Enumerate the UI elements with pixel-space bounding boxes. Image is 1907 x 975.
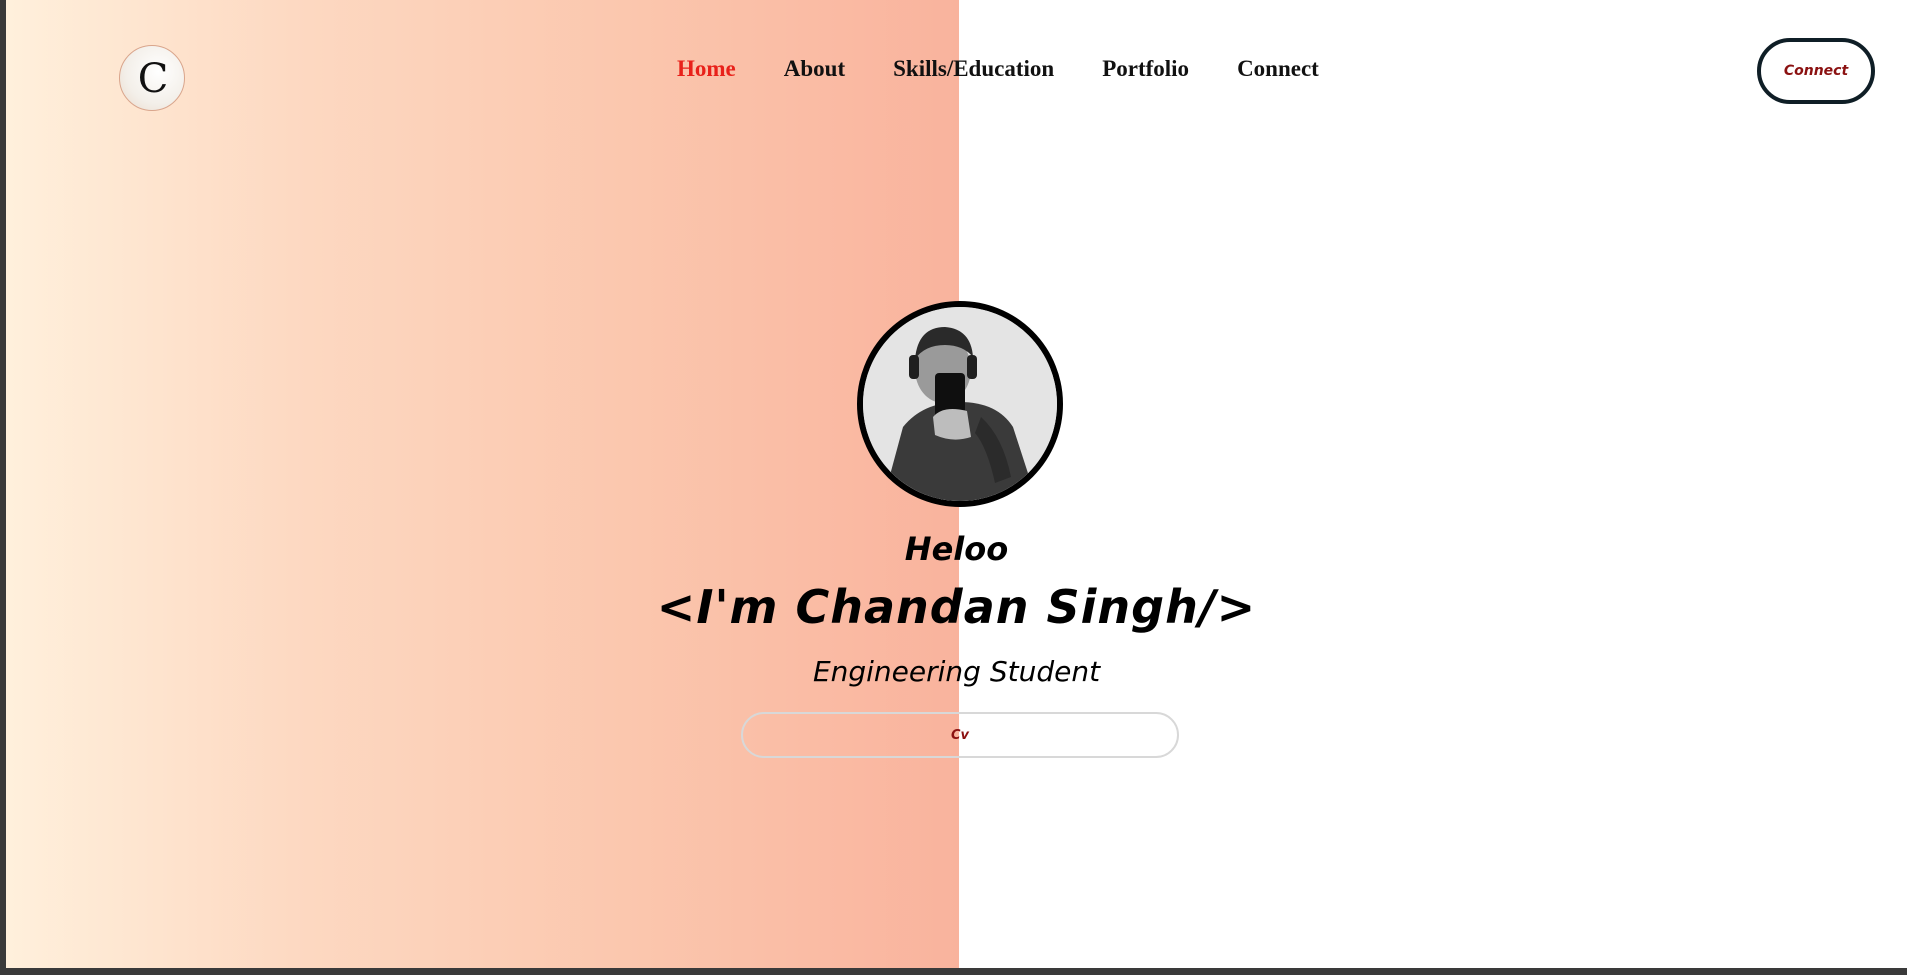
person-photo-icon bbox=[863, 307, 1057, 501]
main-nav: Home About Skills/Education Portfolio Co… bbox=[677, 56, 1319, 82]
nav-home[interactable]: Home bbox=[677, 56, 736, 82]
hero-greeting: Heloo bbox=[904, 530, 1009, 568]
nav-about[interactable]: About bbox=[784, 56, 845, 82]
profile-avatar bbox=[857, 301, 1063, 507]
hero-name: <I'm Chandan Singh/> bbox=[656, 580, 1257, 634]
page: C Home About Skills/Education Portfolio … bbox=[6, 0, 1907, 968]
hero-role: Engineering Student bbox=[812, 655, 1101, 688]
cv-button[interactable]: Cv bbox=[741, 712, 1179, 758]
site-logo[interactable]: C bbox=[119, 45, 185, 111]
nav-portfolio[interactable]: Portfolio bbox=[1102, 56, 1189, 82]
logo-letter: C bbox=[137, 56, 169, 102]
nav-connect[interactable]: Connect bbox=[1237, 56, 1319, 82]
nav-skills-education[interactable]: Skills/Education bbox=[893, 56, 1054, 82]
connect-button[interactable]: Connect bbox=[1757, 38, 1875, 104]
gradient-background bbox=[6, 0, 959, 968]
